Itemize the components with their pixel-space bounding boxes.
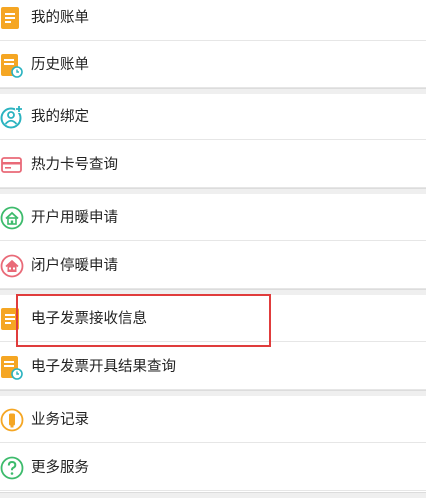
menu-item-history-bill[interactable]: 历史账单 xyxy=(0,42,426,88)
menu-item-label: 电子发票接收信息 xyxy=(31,311,147,327)
card-icon xyxy=(1,157,22,173)
group-divider xyxy=(0,492,426,498)
menu-item-business-record[interactable]: 业务记录 xyxy=(0,397,426,443)
menu-item-label: 更多服务 xyxy=(31,460,89,476)
menu-item-my-binding[interactable]: 我的绑定 xyxy=(0,94,426,140)
house-stop-icon xyxy=(0,254,24,278)
menu-item-label: 我的账单 xyxy=(31,10,89,26)
group-divider xyxy=(0,390,426,396)
menu-item-label: 我的绑定 xyxy=(31,109,89,125)
house-heat-icon xyxy=(0,206,24,230)
menu-item-invoice-info[interactable]: 电子发票接收信息 xyxy=(0,296,426,342)
invoice-query-icon xyxy=(1,356,23,380)
menu-item-label: 开户用暖申请 xyxy=(31,210,118,226)
menu-item-card-query[interactable]: 热力卡号查询 xyxy=(0,142,426,188)
menu-item-open-heating[interactable]: 开户用暖申请 xyxy=(0,195,426,241)
menu-item-label: 业务记录 xyxy=(31,412,89,428)
bill-icon xyxy=(1,7,19,29)
more-services-icon xyxy=(0,456,24,480)
menu-item-close-heating[interactable]: 闭户停暖申请 xyxy=(0,243,426,289)
menu-item-label: 闭户停暖申请 xyxy=(31,258,118,274)
invoice-icon xyxy=(1,308,19,330)
history-bill-icon xyxy=(1,54,23,78)
menu-item-my-bill[interactable]: 我的账单 xyxy=(0,0,426,41)
record-icon xyxy=(0,408,24,432)
menu-item-label: 电子发票开具结果查询 xyxy=(31,359,176,375)
menu-item-more-services[interactable]: 更多服务 xyxy=(0,445,426,491)
bind-user-icon xyxy=(0,105,23,129)
menu-item-label: 热力卡号查询 xyxy=(31,157,118,173)
menu-item-label: 历史账单 xyxy=(31,57,89,73)
menu-item-invoice-query[interactable]: 电子发票开具结果查询 xyxy=(0,344,426,390)
group-divider xyxy=(0,289,426,295)
group-divider xyxy=(0,188,426,194)
